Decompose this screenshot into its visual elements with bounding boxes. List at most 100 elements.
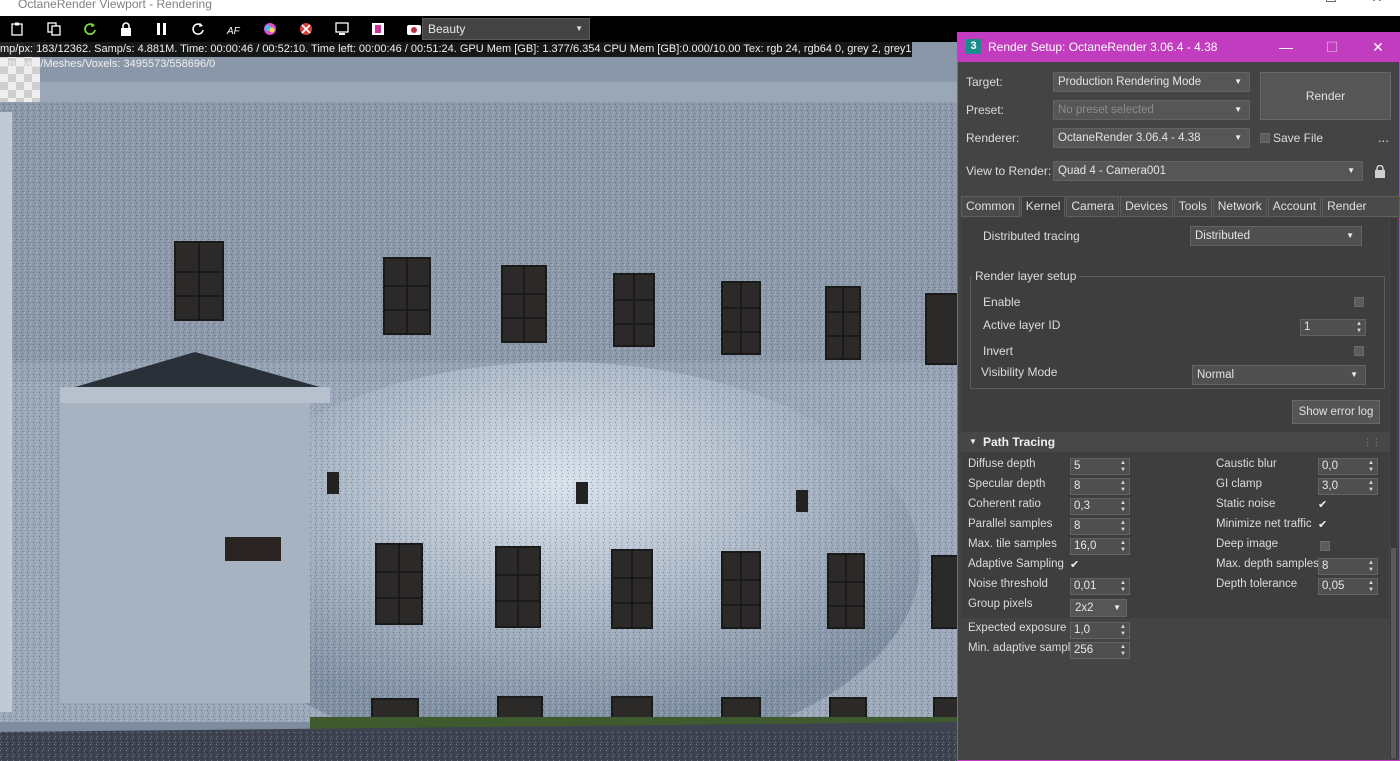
enable-checkbox[interactable] [1354, 297, 1364, 307]
scene-stats-line: rimitives/Meshes/Voxels: 3495573/558696/… [0, 58, 216, 70]
view-to-render-value: Quad 4 - Camera001 [1058, 165, 1167, 177]
deep-image-checkbox[interactable] [1320, 541, 1330, 551]
view-to-render-dropdown[interactable]: Quad 4 - Camera001 ▼ [1053, 161, 1363, 181]
rendered-building-image [0, 42, 958, 761]
preset-label: Preset: [966, 103, 1005, 117]
material-picker-icon[interactable] [288, 16, 324, 42]
tab-common[interactable]: Common [961, 196, 1020, 217]
spinner-arrows-icon[interactable]: ▲ ▼ [1120, 480, 1126, 494]
chevron-down-icon: ▼ [1234, 77, 1242, 86]
static-noise-label: Static noise [1216, 498, 1276, 510]
spinner-arrows-icon[interactable]: ▲ ▼ [1120, 520, 1126, 534]
spinner-arrows-icon[interactable]: ▲ ▼ [1368, 560, 1374, 574]
save-file-checkbox[interactable] [1260, 133, 1270, 143]
tab-kernel[interactable]: Kernel [1020, 196, 1066, 217]
more-options-button[interactable]: ... [1378, 130, 1389, 145]
diffuse-depth-label: Diffuse depth [968, 458, 1036, 470]
chevron-down-icon: ▼ [575, 24, 583, 33]
group-pixels-dropdown[interactable]: 2x2 ▼ [1070, 599, 1127, 617]
parallel-samples-spinner[interactable]: 8 ▲ ▼ [1070, 518, 1130, 535]
clipboard-icon[interactable] [0, 16, 36, 42]
spinner-arrows-icon[interactable]: ▲ ▼ [1356, 321, 1362, 335]
distributed-tracing-value: Distributed [1195, 230, 1250, 242]
tab-camera[interactable]: Camera [1066, 196, 1120, 217]
scrollbar-thumb[interactable] [1391, 548, 1396, 758]
tab-tools[interactable]: Tools [1173, 196, 1212, 217]
active-layer-id-spinner[interactable]: 1 ▲ ▼ [1300, 319, 1366, 336]
render-setup-scrollbar[interactable] [1390, 218, 1397, 758]
max-tile-samples-spinner[interactable]: 16,0 ▲ ▼ [1070, 538, 1130, 555]
invert-label: Invert [983, 344, 1014, 358]
color-picker-icon[interactable] [252, 16, 288, 42]
lock-icon[interactable] [1375, 165, 1385, 178]
coherent-ratio-spinner[interactable]: 0,3 ▲ ▼ [1070, 498, 1130, 515]
restart-icon[interactable] [180, 16, 216, 42]
target-dropdown[interactable]: Production Rendering Mode ▼ [1053, 72, 1250, 92]
expected-exposure-spinner[interactable]: 1,0 ▲ ▼ [1070, 622, 1130, 639]
spinner-arrows-icon[interactable]: ▲ ▼ [1368, 480, 1374, 494]
minimize-net-traffic-checkbox[interactable]: ✔ [1318, 519, 1330, 531]
minimize-icon[interactable]: — [1262, 0, 1308, 4]
spinner-arrows-icon[interactable]: ▲ ▼ [1120, 500, 1126, 514]
static-noise-checkbox[interactable]: ✔ [1318, 499, 1330, 511]
adaptive-sampling-checkbox[interactable]: ✔ [1070, 559, 1082, 571]
spinner-arrows-icon[interactable]: ▲ ▼ [1120, 540, 1126, 554]
maximize-icon[interactable]: ☐ [1308, 0, 1354, 4]
render-pass-dropdown[interactable]: Beauty ▼ [422, 18, 590, 40]
grip-icon: ⋮⋮ [1363, 437, 1381, 447]
min-adaptive-samples-spinner[interactable]: 256 ▲ ▼ [1070, 642, 1130, 659]
tab-account[interactable]: Account [1267, 196, 1322, 217]
invert-checkbox[interactable] [1354, 346, 1364, 356]
tab-devices[interactable]: Devices [1120, 196, 1173, 217]
spinner-arrows-icon[interactable]: ▲ ▼ [1120, 624, 1126, 638]
3dsmax-logo-icon: 3 [966, 39, 981, 54]
group-pixels-value: 2x2 [1075, 602, 1094, 614]
copy-icon[interactable] [36, 16, 72, 42]
spinner-arrows-icon[interactable]: ▲ ▼ [1368, 580, 1374, 594]
chevron-down-icon: ▼ [1234, 133, 1242, 142]
renderer-dropdown[interactable]: OctaneRender 3.06.4 - 4.38 ▼ [1053, 128, 1250, 148]
diffuse-depth-spinner[interactable]: 5 ▲ ▼ [1070, 458, 1130, 475]
af-focus-icon[interactable]: AF [216, 16, 252, 42]
spinner-arrows-icon[interactable]: ▲ ▼ [1120, 580, 1126, 594]
caustic-blur-spinner[interactable]: 0,0 ▲ ▼ [1318, 458, 1378, 475]
gi-clamp-spinner[interactable]: 3,0 ▲ ▼ [1318, 478, 1378, 495]
film-icon[interactable] [360, 16, 396, 42]
depth-tolerance-spinner[interactable]: 0,05 ▲ ▼ [1318, 578, 1378, 595]
caustic-blur-label: Caustic blur [1216, 458, 1277, 470]
distributed-tracing-dropdown[interactable]: Distributed ▼ [1190, 226, 1362, 246]
spinner-arrows-icon[interactable]: ▲ ▼ [1120, 644, 1126, 658]
view-to-render-label: View to Render: [966, 164, 1052, 178]
renderer-label: Renderer: [966, 131, 1020, 145]
specular-depth-spinner[interactable]: 8 ▲ ▼ [1070, 478, 1130, 495]
distributed-tracing-label: Distributed tracing [983, 229, 1080, 243]
tab-network[interactable]: Network [1212, 196, 1267, 217]
spinner-arrows-icon[interactable]: ▲ ▼ [1120, 460, 1126, 474]
close-icon[interactable]: ✕ [1354, 0, 1400, 4]
refresh-icon[interactable] [72, 16, 108, 42]
spinner-arrows-icon[interactable]: ▲ ▼ [1368, 460, 1374, 474]
tab-render-elements[interactable]: Render Elements [1322, 196, 1400, 232]
render-pass-value: Beauty [428, 22, 466, 36]
close-icon[interactable]: ✕ [1355, 32, 1400, 62]
show-error-log-button[interactable]: Show error log [1292, 400, 1380, 424]
specular-depth-label: Specular depth [968, 478, 1046, 490]
max-depth-samples-label: Max. depth samples [1216, 558, 1319, 570]
render-setup-titlebar[interactable]: 3 Render Setup: OctaneRender 3.06.4 - 4.… [958, 32, 1400, 62]
min-adaptive-samples-label: Min. adaptive sample [968, 642, 1077, 654]
chevron-down-icon: ▼ [1347, 166, 1355, 175]
svg-text:AF: AF [226, 26, 241, 36]
caustic-blur-value: 0,0 [1322, 460, 1338, 472]
pause-icon[interactable] [144, 16, 180, 42]
region-icon[interactable] [324, 16, 360, 42]
path-tracing-rollout-header[interactable]: ▼ Path Tracing ⋮⋮ [961, 432, 1389, 452]
visibility-mode-dropdown[interactable]: Normal ▼ [1192, 365, 1366, 385]
noise-threshold-spinner[interactable]: 0,01 ▲ ▼ [1070, 578, 1130, 595]
minimize-icon[interactable]: — [1263, 32, 1309, 62]
lock-icon[interactable] [108, 16, 144, 42]
min-adaptive-samples-value: 256 [1074, 644, 1094, 656]
max-depth-samples-spinner[interactable]: 8 ▲ ▼ [1318, 558, 1378, 575]
render-button[interactable]: Render [1260, 72, 1391, 120]
render-canvas[interactable] [0, 42, 958, 761]
adaptive-sampling-label: Adaptive Sampling [968, 558, 1064, 570]
